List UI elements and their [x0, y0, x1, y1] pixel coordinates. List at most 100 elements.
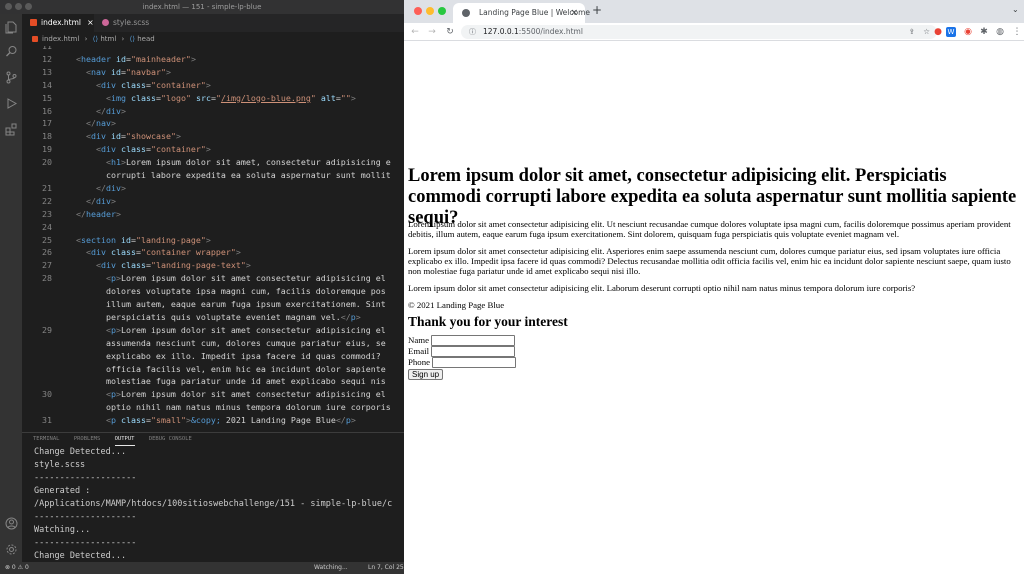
code-line[interactable]: <div class="landing-page-text"> [76, 259, 251, 272]
output-line: Change Detected... [34, 447, 127, 457]
code-line[interactable]: <p>Lorem ipsum dolor sit amet consectetu… [76, 388, 386, 401]
email-label: Email [408, 346, 430, 356]
sign-up-button[interactable]: Sign up [408, 369, 444, 380]
code-line[interactable]: <section id="landing-page"> [76, 234, 211, 247]
profile-icon[interactable]: ◍ [993, 25, 1007, 39]
line-number: 16 [42, 105, 52, 116]
code-line[interactable]: </div> [76, 182, 126, 195]
code-line[interactable]: <div class="container"> [76, 143, 211, 156]
kebab-menu-icon[interactable]: ⋮ [1010, 25, 1024, 39]
browser-toolbar: ← → ↻ ⓘ 127.0.0.1:5500/index.html ⇪ ☆ ● … [404, 23, 1024, 41]
code-line[interactable]: <nav id="navbar"> [76, 66, 171, 79]
share-icon[interactable]: ⇪ [909, 25, 915, 39]
extensions-puzzle-icon[interactable]: ✱ [977, 25, 991, 39]
maximize-window-icon[interactable] [438, 7, 446, 15]
maximize-window-icon[interactable] [25, 3, 32, 10]
line-number: 28 [42, 273, 52, 284]
phone-input[interactable] [432, 357, 517, 368]
name-row: Name [408, 335, 1022, 346]
code-line[interactable]: <h1>Lorem ipsum dolor sit amet, consecte… [76, 156, 391, 169]
line-number: 22 [42, 195, 52, 206]
run-debug-icon[interactable] [4, 96, 18, 110]
address-bar[interactable]: ⓘ 127.0.0.1:5500/index.html ⇪ ☆ [461, 25, 937, 39]
chevron-right-icon: › [121, 35, 125, 43]
account-icon[interactable] [4, 516, 18, 530]
line-number: 21 [42, 182, 52, 193]
explorer-files-icon[interactable] [4, 20, 18, 34]
new-tab-plus-icon[interactable]: + [592, 3, 602, 17]
code-line[interactable]: explicabo ex illo. Impedit ipsa facere i… [76, 350, 386, 363]
code-line[interactable]: optio nihil nam natus minus tempora dolo… [76, 401, 391, 414]
panel-tab-terminal[interactable]: TERMINAL [33, 433, 60, 446]
line-number: 15 [42, 92, 52, 103]
paragraph: Lorem ipsum dolor sit amet consectetur a… [408, 283, 916, 293]
code-line[interactable]: illum autem, eaque earum fuga ipsum exer… [76, 298, 386, 311]
cursor-position[interactable]: Ln 7, Col 25 [368, 562, 404, 574]
code-line[interactable]: </nav> [76, 117, 116, 130]
breadcrumb-file[interactable]: index.html [42, 35, 79, 43]
back-arrow-icon[interactable]: ← [408, 25, 422, 39]
minimize-window-icon[interactable] [426, 7, 434, 15]
reload-icon[interactable]: ↻ [443, 25, 457, 39]
search-icon[interactable] [4, 44, 18, 58]
globe-favicon-icon [462, 9, 470, 17]
problems-count[interactable]: ⊗ 0 ⚠ 0 [5, 562, 29, 574]
breadcrumb: index.html › ⟨⟩ html › ⟨⟩ head [22, 32, 404, 46]
settings-gear-icon[interactable] [4, 542, 18, 556]
panel-tab-problems[interactable]: PROBLEMS [74, 433, 101, 446]
code-line[interactable]: <p>Lorem ipsum dolor sit amet consectetu… [76, 272, 386, 285]
breadcrumb-head[interactable]: head [137, 35, 154, 43]
code-line[interactable]: </div> [76, 105, 126, 118]
bookmark-star-icon[interactable]: ☆ [923, 25, 930, 39]
line-number: 12 [42, 53, 52, 64]
watch-sass-status[interactable]: Watching... [314, 562, 348, 574]
code-line[interactable]: <p class="small">&copy; 2021 Landing Pag… [76, 414, 356, 427]
code-editor[interactable]: 11 12 <header id="mainheader"> 13 <nav id="… [22, 46, 404, 432]
forward-arrow-icon[interactable]: → [425, 25, 439, 39]
phone-row: Phone [408, 357, 1022, 368]
code-line[interactable]: <div id="showcase"> [76, 130, 181, 143]
email-input[interactable] [431, 346, 516, 357]
panel-tab-output[interactable]: OUTPUT [114, 434, 135, 446]
chevron-right-icon: › [84, 35, 88, 43]
paragraph: Lorem ipsum dolor sit amet consectetur a… [408, 219, 1011, 239]
window-title: index.html — 151 - simple-lp-blue [142, 3, 262, 11]
source-control-icon[interactable] [4, 70, 18, 84]
line-number: 20 [42, 157, 52, 168]
code-line[interactable]: <p>Lorem ipsum dolor sit amet consectetu… [76, 324, 386, 337]
status-bar: ⊗ 0 ⚠ 0 Watching... Ln 7, Col 25 [0, 562, 404, 574]
code-line[interactable]: perspiciatis quis voluptate eveniet magn… [76, 311, 361, 324]
paragraph: Lorem ipsum dolor sit amet consectetur a… [408, 246, 1011, 276]
code-line[interactable]: <div class="container"> [76, 79, 211, 92]
extension-color-icon[interactable]: ◉ [961, 25, 975, 39]
browser-tab[interactable]: Landing Page Blue | Welcome × [453, 3, 590, 23]
close-window-icon[interactable] [5, 3, 12, 10]
code-line[interactable]: officia facilis vel, enim hic ea incidun… [76, 363, 386, 376]
code-line[interactable]: <img class="logo" src="/img/logo-blue.pn… [76, 92, 356, 105]
tab-search-chevron-icon[interactable]: ⌄ [1012, 5, 1019, 14]
panel-tabs: TERMINAL PROBLEMS OUTPUT DEBUG CONSOLE [22, 433, 404, 446]
extensions-icon[interactable] [4, 122, 18, 136]
breadcrumb-html[interactable]: html [100, 35, 116, 43]
code-line[interactable]: corrupti labore expedita ea soluta asper… [76, 169, 391, 182]
close-tab-icon[interactable]: × [87, 18, 94, 27]
code-line[interactable]: molestiae fuga pariatur unde id amet exp… [76, 375, 386, 388]
extension-w-icon[interactable]: W [946, 27, 956, 37]
code-line[interactable]: <header id="mainheader"> [76, 53, 196, 66]
panel-tab-debug-console[interactable]: DEBUG CONSOLE [149, 433, 192, 446]
code-line[interactable]: <div class="container wrapper"> [76, 246, 241, 259]
tab-index-html[interactable]: index.html × [22, 14, 94, 32]
extension-lastpass-icon[interactable]: ● [931, 25, 945, 39]
tab-style-scss[interactable]: style.scss [94, 14, 164, 32]
close-tab-icon[interactable]: × [570, 3, 578, 23]
code-line[interactable]: </div> [76, 195, 116, 208]
minimize-window-icon[interactable] [15, 3, 22, 10]
code-line[interactable]: assumenda nesciunt cum, dolores cumque p… [76, 337, 386, 350]
browser-tab-strip: Landing Page Blue | Welcome × + ⌄ [404, 0, 1024, 23]
code-line[interactable]: </header> [76, 208, 121, 221]
code-line[interactable]: dolores voluptate ipsa magni cum, facili… [76, 285, 386, 298]
name-input[interactable] [431, 335, 516, 346]
close-window-icon[interactable] [414, 7, 422, 15]
line-number: 25 [42, 234, 52, 245]
info-icon[interactable]: ⓘ [469, 25, 476, 39]
